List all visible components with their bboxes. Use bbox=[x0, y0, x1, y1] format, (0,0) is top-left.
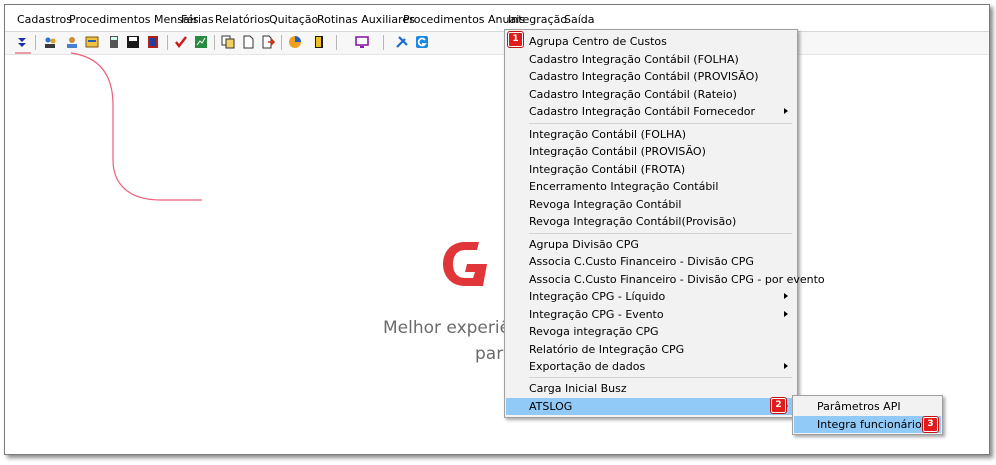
submenu-arrow-icon bbox=[784, 108, 788, 114]
down-arrow-icon[interactable] bbox=[15, 35, 29, 49]
menu-relatorios[interactable]: Relatórios bbox=[215, 13, 270, 26]
menu-item-label: Revoga Integração Contábil(Provisão) bbox=[529, 215, 737, 228]
menu-saida[interactable]: Saída bbox=[564, 13, 595, 26]
menu-item-label: Relatório de Integração CPG bbox=[529, 343, 685, 356]
menu-item-integracao-cpg-liquido[interactable]: Integração CPG - Líquido bbox=[506, 288, 796, 305]
menu-item-label: Agrupa Divisão CPG bbox=[529, 238, 639, 251]
toolbar bbox=[5, 31, 989, 55]
gs-logo bbox=[443, 242, 487, 286]
menu-item-label: Revoga Integração Contábil bbox=[529, 198, 682, 211]
application-window: Cadastros Procedimentos Mensais Férias R… bbox=[4, 4, 990, 455]
submenu-arrow-icon bbox=[784, 311, 788, 317]
menu-integracao[interactable]: Integração bbox=[508, 13, 567, 26]
menu-item-label: Integração Contábil (FROTA) bbox=[529, 163, 686, 176]
pie-chart-icon[interactable] bbox=[288, 35, 302, 49]
tools-icon[interactable] bbox=[395, 35, 409, 49]
menu-item-label: Integração CPG - Evento bbox=[529, 308, 664, 321]
menu-item-integracao-contabil-frota[interactable]: Integração Contábil (FROTA) bbox=[506, 161, 796, 178]
menu-rotinas-auxiliares[interactable]: Rotinas Auxiliares bbox=[317, 13, 415, 26]
menu-item-carga-inicial-busz[interactable]: Carga Inicial Busz bbox=[506, 380, 796, 397]
toolbar-separator bbox=[336, 35, 337, 50]
callout-badge-2: 2 bbox=[771, 398, 786, 413]
menu-item-label: ATSLOG bbox=[529, 400, 573, 413]
people-icon[interactable] bbox=[43, 35, 57, 49]
menu-item-relatorio-integracao-cpg[interactable]: Relatório de Integração CPG bbox=[506, 341, 796, 358]
annotation-curve bbox=[15, 52, 202, 201]
menu-item-label: Integra funcionários bbox=[817, 418, 928, 431]
menu-separator bbox=[529, 233, 792, 234]
menu-item-exportacao-dados[interactable]: Exportação de dados bbox=[506, 358, 796, 375]
callout-badge-1: 1 bbox=[508, 32, 523, 47]
menu-item-cadastro-integracao-rateio[interactable]: Cadastro Integração Contábil (Rateio) bbox=[506, 86, 796, 103]
callout-badge-3: 3 bbox=[923, 417, 938, 432]
calculator-icon[interactable] bbox=[107, 35, 121, 49]
menu-item-atslog[interactable]: ATSLOG bbox=[506, 398, 796, 415]
menu-item-encerramento-integracao[interactable]: Encerramento Integração Contábil bbox=[506, 178, 796, 195]
menu-item-label: Cadastro Integração Contábil (PROVISÃO) bbox=[529, 70, 759, 83]
menu-bar: Cadastros Procedimentos Mensais Férias R… bbox=[5, 9, 989, 31]
exit-door-icon[interactable] bbox=[312, 35, 326, 49]
toolbar-separator bbox=[167, 35, 168, 50]
menu-item-cadastro-integracao-provisao[interactable]: Cadastro Integração Contábil (PROVISÃO) bbox=[506, 68, 796, 85]
menu-item-cadastro-integracao-fornecedor[interactable]: Cadastro Integração Contábil Fornecedor bbox=[506, 103, 796, 120]
menu-item-label: Integração Contábil (PROVISÃO) bbox=[529, 145, 706, 158]
menu-cadastros[interactable]: Cadastros bbox=[17, 13, 72, 26]
export-icon[interactable] bbox=[261, 35, 275, 49]
submenu-arrow-icon bbox=[784, 293, 788, 299]
menu-item-label: Carga Inicial Busz bbox=[529, 382, 627, 395]
menu-item-label: Agrupa Centro de Custos bbox=[529, 35, 667, 48]
menu-item-label: Integração CPG - Líquido bbox=[529, 290, 666, 303]
submenu-item-parametros-api[interactable]: Parâmetros API bbox=[794, 398, 941, 415]
g-logo-icon[interactable] bbox=[415, 35, 429, 49]
film-icon[interactable] bbox=[146, 35, 160, 49]
menu-item-agrupa-centro-custos[interactable]: Agrupa Centro de Custos bbox=[506, 33, 796, 50]
menu-item-label: Exportação de dados bbox=[529, 360, 646, 373]
menu-item-cadastro-integracao-folha[interactable]: Cadastro Integração Contábil (FOLHA) bbox=[506, 51, 796, 68]
menu-item-associa-ccusto-divisao[interactable]: Associa C.Custo Financeiro - Divisão CPG bbox=[506, 253, 796, 270]
menu-item-agrupa-divisao-cpg[interactable]: Agrupa Divisão CPG bbox=[506, 236, 796, 253]
menu-item-label: Integração Contábil (FOLHA) bbox=[529, 128, 687, 141]
menu-item-revoga-integracao-cpg[interactable]: Revoga integração CPG bbox=[506, 323, 796, 340]
document-icon[interactable] bbox=[241, 35, 255, 49]
menu-item-revoga-integracao[interactable]: Revoga Integração Contábil bbox=[506, 196, 796, 213]
menu-item-associa-ccusto-divisao-evento[interactable]: Associa C.Custo Financeiro - Divisão CPG… bbox=[506, 271, 825, 288]
users-icon[interactable] bbox=[65, 35, 79, 49]
menu-item-label: Associa C.Custo Financeiro - Divisão CPG bbox=[529, 255, 754, 268]
copy-icon[interactable] bbox=[221, 35, 235, 49]
save-icon[interactable] bbox=[126, 35, 140, 49]
menu-ferias[interactable]: Férias bbox=[181, 13, 214, 26]
tagline-line1: Melhor experiê bbox=[383, 318, 511, 338]
menu-separator bbox=[529, 123, 792, 124]
integracao-dropdown-menu: Agrupa Centro de Custos Cadastro Integra… bbox=[504, 29, 825, 418]
checkmark-icon[interactable] bbox=[174, 35, 188, 49]
menu-item-integracao-contabil-folha[interactable]: Integração Contábil (FOLHA) bbox=[506, 126, 796, 143]
menu-quitacao[interactable]: Quitação bbox=[269, 13, 318, 26]
submenu-item-integra-funcionarios[interactable]: Integra funcionários bbox=[794, 416, 941, 433]
menu-item-label: Revoga integração CPG bbox=[529, 325, 659, 338]
toolbar-separator bbox=[383, 35, 384, 50]
menu-procedimentos-mensais[interactable]: Procedimentos Mensais bbox=[69, 13, 199, 26]
menu-procedimentos-anuais[interactable]: Procedimentos Anuais bbox=[403, 13, 525, 26]
menu-separator bbox=[529, 377, 792, 378]
submenu-arrow-icon bbox=[784, 363, 788, 369]
menu-item-label: Encerramento Integração Contábil bbox=[529, 180, 719, 193]
menu-item-label: Associa C.Custo Financeiro - Divisão CPG… bbox=[529, 273, 825, 286]
menu-item-label: Cadastro Integração Contábil Fornecedor bbox=[529, 105, 756, 118]
toolbar-separator bbox=[281, 35, 282, 50]
menu-item-revoga-integracao-provisao[interactable]: Revoga Integração Contábil(Provisão) bbox=[506, 213, 796, 230]
toolbar-separator bbox=[35, 35, 36, 50]
form-icon[interactable] bbox=[85, 35, 99, 49]
menu-item-integracao-cpg-evento[interactable]: Integração CPG - Evento bbox=[506, 306, 796, 323]
atslog-submenu: Parâmetros API Integra funcionários bbox=[792, 395, 943, 435]
menu-item-integracao-contabil-provisao[interactable]: Integração Contábil (PROVISÃO) bbox=[506, 143, 796, 160]
menu-item-label: Parâmetros API bbox=[817, 400, 901, 413]
chart-icon[interactable] bbox=[194, 35, 208, 49]
monitor-icon[interactable] bbox=[355, 35, 369, 49]
menu-item-label: Cadastro Integração Contábil (FOLHA) bbox=[529, 53, 739, 66]
menu-item-label: Cadastro Integração Contábil (Rateio) bbox=[529, 88, 737, 101]
toolbar-separator bbox=[214, 35, 215, 50]
